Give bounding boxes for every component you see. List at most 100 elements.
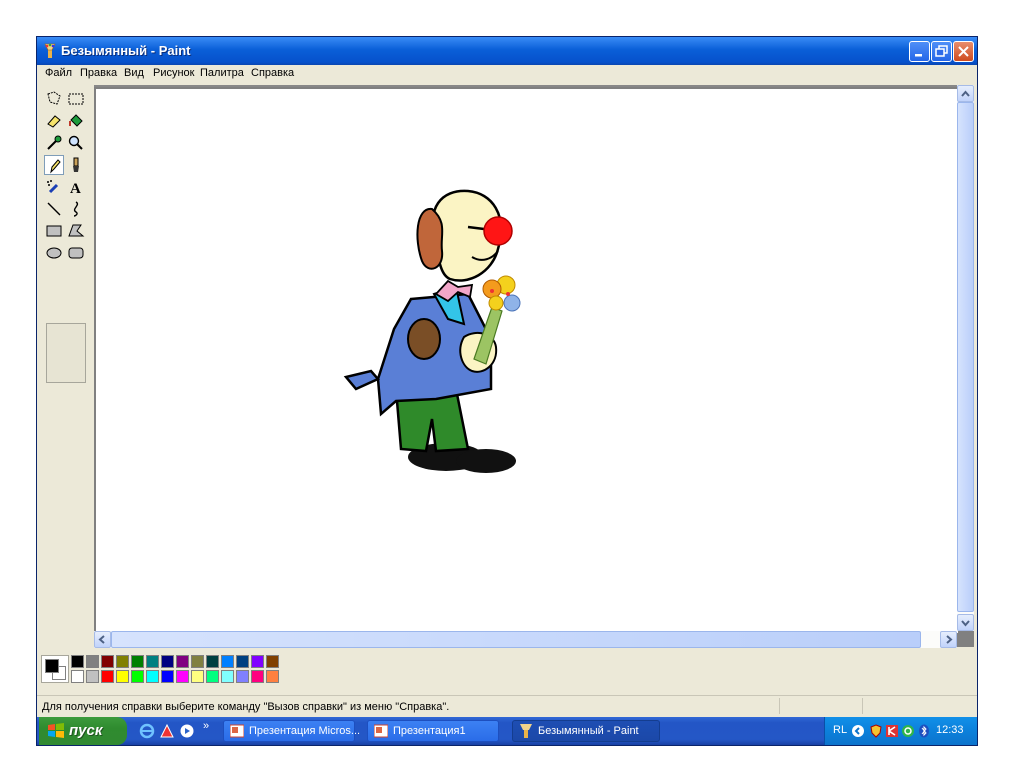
fill-tool[interactable] (66, 111, 86, 131)
language-indicator[interactable]: RL (833, 724, 847, 736)
palette-swatch[interactable] (116, 670, 129, 683)
palette-swatch[interactable] (236, 655, 249, 668)
text-icon: A (70, 181, 81, 196)
paint-window: Безымянный - Paint Файл Правка Вид Рисун… (36, 36, 978, 746)
palette-swatch[interactable] (116, 655, 129, 668)
ellipse-icon (46, 247, 62, 259)
palette-swatch[interactable] (206, 655, 219, 668)
palette-swatch[interactable] (206, 670, 219, 683)
scroll-right-button[interactable] (940, 631, 957, 648)
rounded-rect-tool[interactable] (66, 243, 86, 263)
media-player-icon[interactable] (179, 723, 195, 739)
eraser-tool[interactable] (44, 111, 64, 131)
task-button-paint[interactable]: Безымянный - Paint (512, 720, 660, 742)
svg-text:A: A (70, 181, 81, 196)
palette-swatch[interactable] (86, 670, 99, 683)
brush-icon (73, 157, 79, 172)
vertical-scroll-thumb[interactable] (957, 102, 974, 612)
palette-swatch[interactable] (71, 670, 84, 683)
palette-swatch[interactable] (161, 670, 174, 683)
window-title: Безымянный - Paint (61, 43, 191, 58)
task-button-presentation-1[interactable]: Презентация Micros... (223, 720, 360, 742)
rounded-rect-icon (68, 247, 84, 259)
palette-swatch[interactable] (191, 670, 204, 683)
chevron-down-icon (961, 620, 970, 627)
palette-swatch[interactable] (176, 655, 189, 668)
internet-explorer-icon[interactable] (139, 723, 155, 739)
free-form-select-tool[interactable] (44, 89, 64, 109)
palette-swatch[interactable] (86, 655, 99, 668)
airbrush-icon (47, 180, 59, 194)
palette-swatch[interactable] (131, 655, 144, 668)
menu-help[interactable]: Справка (251, 67, 294, 79)
status-bar: Для получения справки выберите команду "… (37, 695, 977, 718)
palette-swatch[interactable] (221, 655, 234, 668)
quicklaunch-more-icon[interactable]: » (203, 720, 209, 732)
palette-swatch[interactable] (251, 655, 264, 668)
restore-button[interactable] (931, 41, 952, 62)
palette-swatch[interactable] (221, 670, 234, 683)
scroll-down-button[interactable] (957, 614, 974, 631)
vertical-scrollbar[interactable] (957, 85, 974, 631)
airbrush-tool[interactable] (44, 177, 64, 197)
palette-swatch[interactable] (251, 670, 264, 683)
brush-tool[interactable] (66, 155, 86, 175)
rect-select-tool[interactable] (66, 89, 86, 109)
palette-swatch[interactable] (146, 670, 159, 683)
palette-swatch[interactable] (71, 655, 84, 668)
curve-tool[interactable] (66, 199, 86, 219)
ellipse-tool[interactable] (44, 243, 64, 263)
menu-bar: Файл Правка Вид Рисунок Палитра Справка (37, 65, 977, 83)
current-colors[interactable] (41, 655, 69, 683)
menu-view[interactable]: Вид (124, 67, 144, 79)
palette-swatch[interactable] (191, 655, 204, 668)
palette-swatch[interactable] (266, 670, 279, 683)
horizontal-scrollbar[interactable] (94, 631, 957, 648)
color-picker-tool[interactable] (44, 133, 64, 153)
acrobat-icon[interactable] (159, 723, 175, 739)
eraser-icon (47, 115, 61, 128)
rectangle-icon (46, 225, 62, 237)
pencil-tool[interactable] (44, 155, 64, 175)
status-text: Для получения справки выберите команду "… (42, 701, 450, 713)
scroll-left-button[interactable] (94, 631, 111, 648)
text-tool[interactable]: A (66, 177, 86, 197)
title-bar[interactable]: Безымянный - Paint (37, 37, 977, 65)
palette-swatch[interactable] (266, 655, 279, 668)
palette-swatch[interactable] (236, 670, 249, 683)
scroll-up-button[interactable] (957, 85, 974, 102)
menu-palette[interactable]: Палитра (200, 67, 244, 79)
bluetooth-icon[interactable] (917, 724, 931, 738)
close-button[interactable] (953, 41, 974, 62)
palette-swatch[interactable] (161, 655, 174, 668)
palette-swatch[interactable] (131, 670, 144, 683)
menu-image[interactable]: Рисунок (153, 67, 195, 79)
drawing-canvas[interactable] (96, 89, 958, 633)
palette-swatch[interactable] (101, 655, 114, 668)
palette-swatch[interactable] (176, 670, 189, 683)
start-button[interactable]: пуск (39, 717, 127, 745)
tray-expand-icon[interactable] (851, 724, 865, 738)
tool-options-box[interactable] (46, 323, 86, 383)
security-shield-icon[interactable] (869, 724, 883, 738)
network-icon[interactable] (901, 724, 915, 738)
curve-icon (73, 201, 79, 217)
palette-swatch[interactable] (146, 655, 159, 668)
magnifier-icon (68, 135, 83, 150)
menu-file[interactable]: Файл (45, 67, 72, 79)
horizontal-scroll-thumb[interactable] (111, 631, 921, 648)
magnifier-tool[interactable] (66, 133, 86, 153)
task-button-presentation-2[interactable]: Презентация1 (367, 720, 499, 742)
menu-edit[interactable]: Правка (80, 67, 117, 79)
palette-swatch[interactable] (101, 670, 114, 683)
start-label: пуск (69, 722, 103, 739)
windows-logo-icon (48, 723, 64, 738)
color-palette (37, 649, 977, 695)
rectangle-tool[interactable] (44, 221, 64, 241)
antivirus-icon[interactable] (885, 724, 899, 738)
chevron-up-icon (961, 90, 970, 97)
minimize-button[interactable] (909, 41, 930, 62)
line-tool[interactable] (44, 199, 64, 219)
polygon-tool[interactable] (66, 221, 86, 241)
powerpoint-icon (374, 724, 388, 738)
